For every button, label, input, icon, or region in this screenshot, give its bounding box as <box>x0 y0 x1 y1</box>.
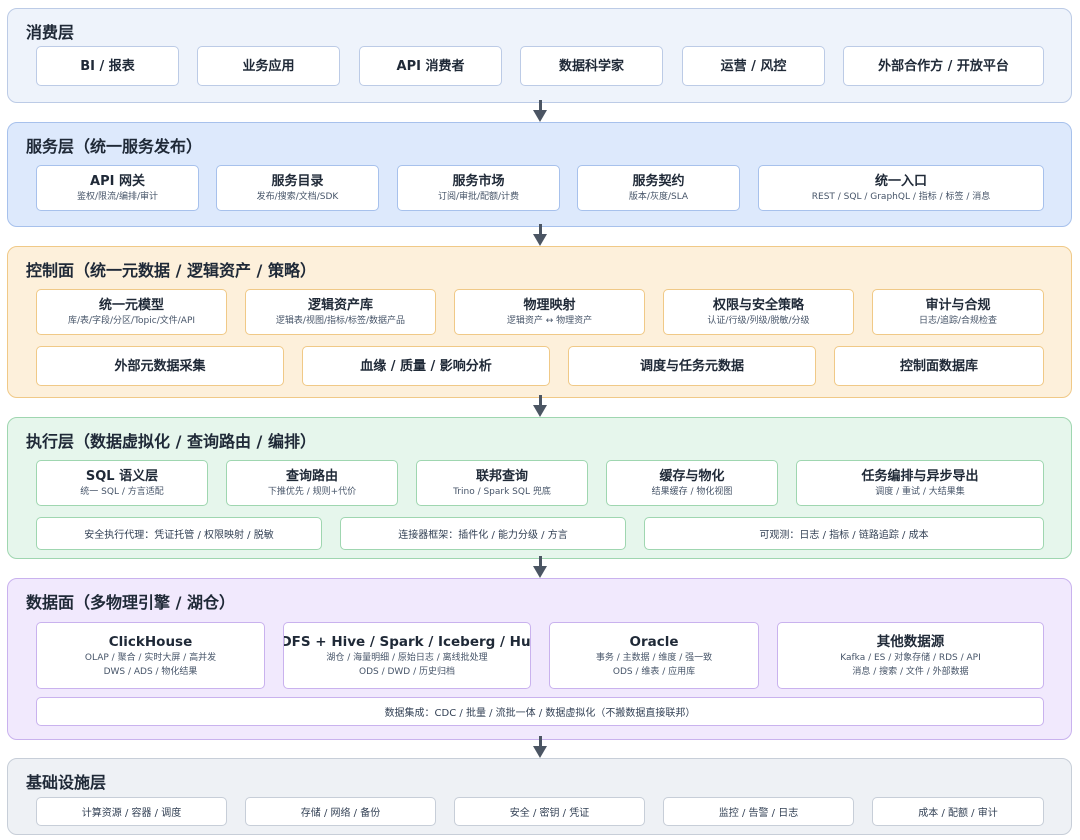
consumption-layer-title: 消费层 <box>26 23 75 42</box>
infra-security: 安全 / 密钥 / 凭证 <box>454 797 645 826</box>
service-layer: 服务层（统一服务发布） API 网关 鉴权/限流/编排/审计 服务目录 发布/搜索/… <box>7 122 1072 227</box>
infrastructure-layer-title: 基础设施层 <box>26 773 107 792</box>
exec-federated-query: 联邦查询 Trino / Spark SQL 兜底 <box>416 460 588 506</box>
control-plane-database: 控制面数据库 <box>834 346 1044 386</box>
service-catalog: 服务目录 发布/搜索/文档/SDK <box>216 165 379 211</box>
consumer-bi-report: BI / 报表 <box>36 46 179 86</box>
service-contract: 服务契约 版本/灰度/SLA <box>577 165 740 211</box>
exec-sql-semantic-layer: SQL 语义层 统一 SQL / 方言适配 <box>36 460 208 506</box>
infra-cost: 成本 / 配额 / 审计 <box>872 797 1044 826</box>
arrow-control-execution <box>533 395 547 417</box>
consumer-ops-risk: 运营 / 风控 <box>682 46 825 86</box>
consumer-api: API 消费者 <box>359 46 502 86</box>
control-plane-layer: 控制面（统一元数据 / 逻辑资产 / 策略） 统一元模型 库/表/字段/分区/To… <box>7 246 1072 398</box>
infra-storage: 存储 / 网络 / 备份 <box>245 797 436 826</box>
control-unified-metamodel: 统一元模型 库/表/字段/分区/Topic/文件/API <box>36 289 227 335</box>
control-scheduling-metadata: 调度与任务元数据 <box>568 346 816 386</box>
execution-layer-title: 执行层（数据虚拟化 / 查询路由 / 编排） <box>26 432 316 451</box>
data-clickhouse: ClickHouse OLAP / 聚合 / 实时大屏 / 高并发 DWS / AD… <box>36 622 265 689</box>
arrow-execution-dataplane <box>533 556 547 578</box>
exec-connector-framework: 连接器框架：插件化 / 能力分级 / 方言 <box>340 517 626 550</box>
service-unified-entry: 统一入口 REST / SQL / GraphQL / 指标 / 标签 / 消息 <box>758 165 1044 211</box>
service-market: 服务市场 订阅/审批/配额/计费 <box>397 165 560 211</box>
control-lineage-quality: 血缘 / 质量 / 影响分析 <box>302 346 550 386</box>
arrow-consumption-service <box>533 100 547 122</box>
exec-cache-materialize: 缓存与物化 结果缓存 / 物化视图 <box>606 460 778 506</box>
data-other-sources: 其他数据源 Kafka / ES / 对象存储 / RDS / API 消息 / 搜… <box>777 622 1044 689</box>
infra-compute: 计算资源 / 容器 / 调度 <box>36 797 227 826</box>
exec-query-routing: 查询路由 下推优先 / 规则+代价 <box>226 460 398 506</box>
consumption-layer: 消费层 BI / 报表 业务应用 API 消费者 数据科学家 运营 / 风控 外… <box>7 8 1072 103</box>
arrow-dataplane-infra <box>533 736 547 758</box>
execution-layer: 执行层（数据虚拟化 / 查询路由 / 编排） SQL 语义层 统一 SQL / 方… <box>7 417 1072 559</box>
exec-security-agent: 安全执行代理：凭证托管 / 权限映射 / 脱敏 <box>36 517 322 550</box>
data-plane-title: 数据面（多物理引擎 / 湖仓） <box>26 593 235 612</box>
infra-monitoring: 监控 / 告警 / 日志 <box>663 797 854 826</box>
infrastructure-layer: 基础设施层 计算资源 / 容器 / 调度 存储 / 网络 / 备份 安全 / 密… <box>7 758 1072 835</box>
data-hdfs-lakehouse: HDFS + Hive / Spark / Iceberg / Hudi湖仓 /… <box>283 622 531 689</box>
data-oracle: Oracle 事务 / 主数据 / 维度 / 强一致 ODS / 维表 / 应用库 <box>549 622 759 689</box>
data-integration-bar: 数据集成：CDC / 批量 / 流批一体 / 数据虚拟化（不搬数据直接联邦） <box>36 697 1044 726</box>
exec-observability: 可观测：日志 / 指标 / 链路追踪 / 成本 <box>644 517 1044 550</box>
consumer-data-scientist: 数据科学家 <box>520 46 663 86</box>
control-plane-title: 控制面（统一元数据 / 逻辑资产 / 策略） <box>26 261 316 280</box>
arrow-service-control <box>533 224 547 246</box>
control-physical-mapping: 物理映射 逻辑资产 ↔ 物理资产 <box>454 289 645 335</box>
consumer-external-partner: 外部合作方 / 开放平台 <box>843 46 1044 86</box>
service-api-gateway: API 网关 鉴权/限流/编排/审计 <box>36 165 199 211</box>
data-plane-layer: 数据面（多物理引擎 / 湖仓） ClickHouse OLAP / 聚合 / 实时… <box>7 578 1072 740</box>
service-layer-title: 服务层（统一服务发布） <box>26 137 203 156</box>
control-audit-compliance: 审计与合规 日志/追踪/合规检查 <box>872 289 1044 335</box>
control-external-metadata: 外部元数据采集 <box>36 346 284 386</box>
consumer-business-app: 业务应用 <box>197 46 340 86</box>
exec-task-orchestration: 任务编排与异步导出 调度 / 重试 / 大结果集 <box>796 460 1044 506</box>
control-security-policy: 权限与安全策略 认证/行级/列级/脱敏/分级 <box>663 289 854 335</box>
control-logical-asset-repo: 逻辑资产库 逻辑表/视图/指标/标签/数据产品 <box>245 289 436 335</box>
